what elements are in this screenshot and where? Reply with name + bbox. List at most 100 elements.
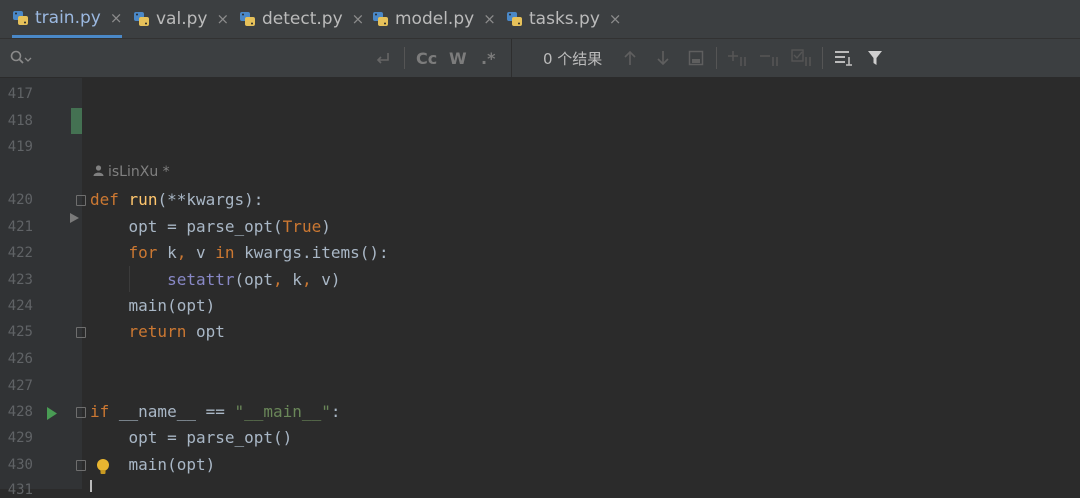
remove-occurrence-icon[interactable] — [760, 48, 780, 68]
search-input[interactable]: Cc W .* — [0, 39, 511, 77]
find-toolbar: Cc W .* 0 个结果 — [0, 39, 1080, 78]
run-icon[interactable] — [46, 405, 58, 424]
code-text: (**kwargs): — [157, 190, 264, 209]
match-case-toggle[interactable]: Cc — [416, 48, 437, 68]
tab-label: detect.py — [262, 9, 343, 29]
filter-icon[interactable] — [866, 48, 884, 68]
fold-icon[interactable] — [76, 460, 86, 471]
punctuation: , — [273, 270, 283, 289]
code-text: main(opt) — [128, 296, 216, 315]
line-number: 422 — [7, 245, 33, 261]
close-icon[interactable]: × — [483, 10, 496, 28]
line-number: 426 — [7, 351, 33, 367]
keyword: def — [90, 190, 119, 209]
line-number: 428 — [7, 404, 33, 420]
line-number: 417 — [7, 86, 33, 102]
code-text: opt — [186, 322, 225, 341]
tab-label: train.py — [35, 7, 101, 28]
code-text: : — [330, 402, 341, 421]
user-icon — [93, 164, 104, 180]
line-number: 427 — [7, 378, 33, 394]
line-number: 424 — [7, 298, 33, 314]
punctuation: , — [176, 243, 187, 262]
code-text: k — [157, 243, 177, 262]
close-icon[interactable]: × — [110, 9, 123, 27]
code-text: k — [282, 270, 302, 289]
close-icon[interactable]: × — [609, 10, 622, 28]
python-file-icon — [372, 10, 390, 28]
python-file-icon — [506, 10, 524, 28]
code-line-429[interactable]: opt = parse_opt() — [90, 428, 293, 447]
line-number: 431 — [7, 482, 33, 498]
code-line-420[interactable]: def run(**kwargs): — [90, 190, 263, 209]
breakpoint-arrow-icon[interactable] — [69, 208, 80, 227]
toolbar-separator — [822, 47, 823, 69]
code-line-430[interactable]: main(opt) — [90, 455, 216, 474]
arrow-up-icon[interactable] — [623, 48, 637, 68]
search-icon[interactable] — [10, 48, 32, 68]
line-number: 418 — [7, 113, 33, 129]
keyword: if — [90, 402, 110, 421]
search-results-count: 0 个结果 — [543, 50, 603, 68]
editor-tab-bar: train.py × val.py × detect.py × model.py… — [0, 0, 1080, 39]
code-line-424[interactable]: main(opt) — [90, 296, 216, 315]
new-line-icon[interactable] — [375, 48, 391, 68]
filter-settings-icon[interactable] — [834, 48, 854, 68]
punctuation: , — [301, 270, 312, 289]
tab-detect-py[interactable]: detect.py × — [239, 0, 364, 38]
tab-tasks-py[interactable]: tasks.py × — [506, 0, 621, 38]
toolbar-separator — [404, 47, 405, 69]
regex-toggle[interactable]: .* — [481, 48, 495, 68]
python-file-icon — [239, 10, 257, 28]
code-text: v — [186, 243, 216, 262]
select-all-occurrences-icon[interactable] — [688, 48, 704, 68]
keyword: for — [128, 243, 158, 262]
author-annotation[interactable]: isLinXu * — [93, 164, 170, 180]
vcs-change-marker[interactable] — [71, 108, 82, 134]
keyword: in — [215, 243, 235, 262]
code-text: (opt — [234, 270, 274, 289]
code-text: opt = parse_opt() — [128, 428, 293, 447]
keyword: return — [128, 322, 187, 341]
python-file-icon — [12, 9, 30, 27]
tab-label: val.py — [156, 9, 208, 29]
add-occurrence-icon[interactable] — [728, 48, 748, 68]
tab-val-py[interactable]: val.py × — [133, 0, 229, 38]
string-literal: "__main__" — [234, 402, 331, 421]
tab-train-py[interactable]: train.py × — [12, 0, 123, 38]
line-number: 425 — [7, 324, 33, 340]
code-line-423[interactable]: setattr(opt, k, v) — [90, 270, 340, 289]
text-caret — [90, 480, 92, 492]
code-text: kwargs.items(): — [234, 243, 389, 262]
tab-label: tasks.py — [529, 9, 600, 29]
code-line-428[interactable]: if __name__ == "__main__": — [90, 402, 340, 421]
words-toggle[interactable]: W — [449, 48, 467, 68]
builtin-function: setattr — [167, 270, 235, 289]
find-divider — [511, 39, 512, 77]
code-text: v) — [311, 270, 341, 289]
code-line-425[interactable]: return opt — [90, 322, 225, 341]
fold-icon[interactable] — [76, 407, 86, 418]
python-file-icon — [133, 10, 151, 28]
code-text: __name__ == — [109, 402, 235, 421]
code-line-421[interactable]: opt = parse_opt(True) — [90, 217, 331, 236]
code-text: = parse_opt( — [157, 217, 283, 236]
keyword: True — [282, 217, 322, 236]
tab-label: model.py — [395, 9, 475, 29]
tab-model-py[interactable]: model.py × — [372, 0, 496, 38]
code-text: opt — [128, 217, 158, 236]
line-number: 423 — [7, 272, 33, 288]
line-number: 420 — [7, 192, 33, 208]
fold-icon[interactable] — [76, 195, 86, 206]
author-name: isLinXu * — [108, 164, 170, 180]
line-number: 421 — [7, 219, 33, 235]
code-line-422[interactable]: for k, v in kwargs.items(): — [90, 243, 389, 262]
close-icon[interactable]: × — [216, 10, 229, 28]
arrow-down-icon[interactable] — [656, 48, 670, 68]
select-all-icon[interactable] — [791, 48, 813, 68]
fold-icon[interactable] — [76, 327, 86, 338]
close-icon[interactable]: × — [352, 10, 365, 28]
function-name: run — [128, 190, 158, 209]
line-number: 419 — [7, 139, 33, 155]
code-text: ) — [321, 217, 331, 236]
